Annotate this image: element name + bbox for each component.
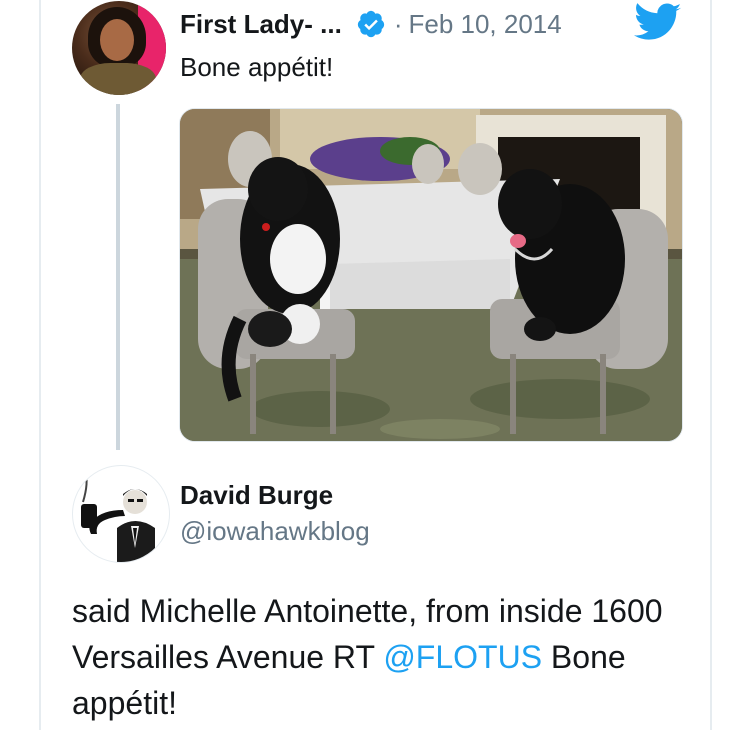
tweet-photo[interactable] [179,108,683,442]
quoted-author-name[interactable]: First Lady- ... [180,9,342,40]
card-border-right [710,0,712,730]
quoted-tweet-header: First Lady- ... · Feb 10, 2014 [180,6,562,42]
main-author-name[interactable]: David Burge [180,480,333,511]
tweet-date[interactable]: Feb 10, 2014 [408,9,561,40]
mention-link[interactable]: @FLOTUS [383,639,542,675]
quoted-author-avatar[interactable] [72,1,166,95]
pipe-man-avatar-icon [81,471,155,562]
main-author-handle[interactable]: @iowahawkblog [180,516,370,547]
header-separator: · [393,8,403,39]
main-tweet-text: said Michelle Antoinette, from inside 16… [72,588,692,726]
verified-badge-icon [356,9,386,39]
twitter-bird-icon[interactable] [634,3,682,43]
main-author-avatar[interactable] [72,465,170,563]
dogs-dining-room-photo [180,109,682,441]
quoted-tweet-text: Bone appétit! [180,52,334,82]
card-border-left [39,0,41,730]
thread-line [116,104,120,450]
